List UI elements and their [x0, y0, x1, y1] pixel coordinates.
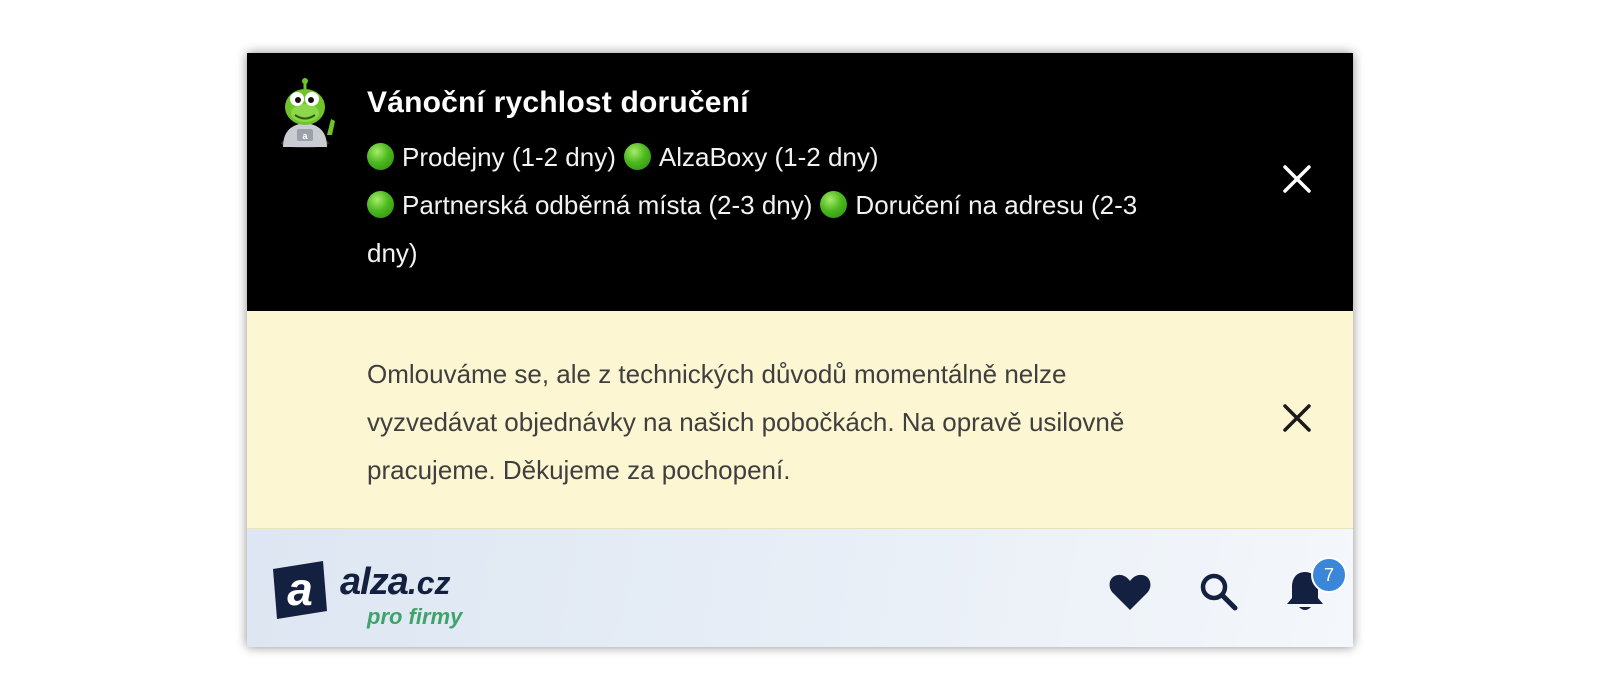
alza-mascot-icon: a — [281, 78, 335, 148]
delivery-status-item: Prodejny (1-2 dny) — [402, 142, 616, 172]
delivery-status-item: AlzaBoxy (1-2 dny) — [658, 142, 879, 172]
logo-brand: alza — [340, 561, 409, 603]
svg-text:a: a — [287, 563, 313, 615]
notice-message: Omlouváme se, ale z technických důvodů m… — [367, 359, 1125, 485]
alza-logo-icon[interactable]: a — [269, 559, 329, 621]
status-dot-icon — [820, 191, 848, 218]
notification-count-badge: 7 — [1311, 557, 1347, 593]
close-icon[interactable] — [1279, 161, 1315, 197]
logo-tld: .cz — [407, 565, 451, 601]
app-window: a Vánoční rychlost doručení Prodejny (1-… — [247, 53, 1353, 647]
pickup-outage-notice: Omlouváme se, ale z technických důvodů m… — [247, 311, 1353, 529]
logo-wordmark[interactable]: alza.cz — [340, 561, 451, 604]
status-dot-icon — [623, 143, 651, 170]
delivery-promo-banner: a Vánoční rychlost doručení Prodejny (1-… — [247, 53, 1353, 311]
promo-title: Vánoční rychlost doručení — [367, 86, 749, 119]
status-dot-icon — [367, 191, 394, 218]
search-icon[interactable] — [1196, 569, 1242, 615]
status-dot-icon — [367, 143, 394, 170]
delivery-status-list: Prodejny (1-2 dny) AlzaBoxy (1-2 dny) Part… — [367, 133, 1167, 277]
site-header: a alza.cz pro firmy 7 — [247, 529, 1353, 647]
logo-subtitle: pro firmy — [367, 604, 463, 629]
close-icon[interactable] — [1279, 400, 1315, 436]
heart-icon[interactable] — [1107, 569, 1153, 615]
delivery-status-item: Partnerská odběrná místa (2-3 dny) — [402, 190, 813, 220]
